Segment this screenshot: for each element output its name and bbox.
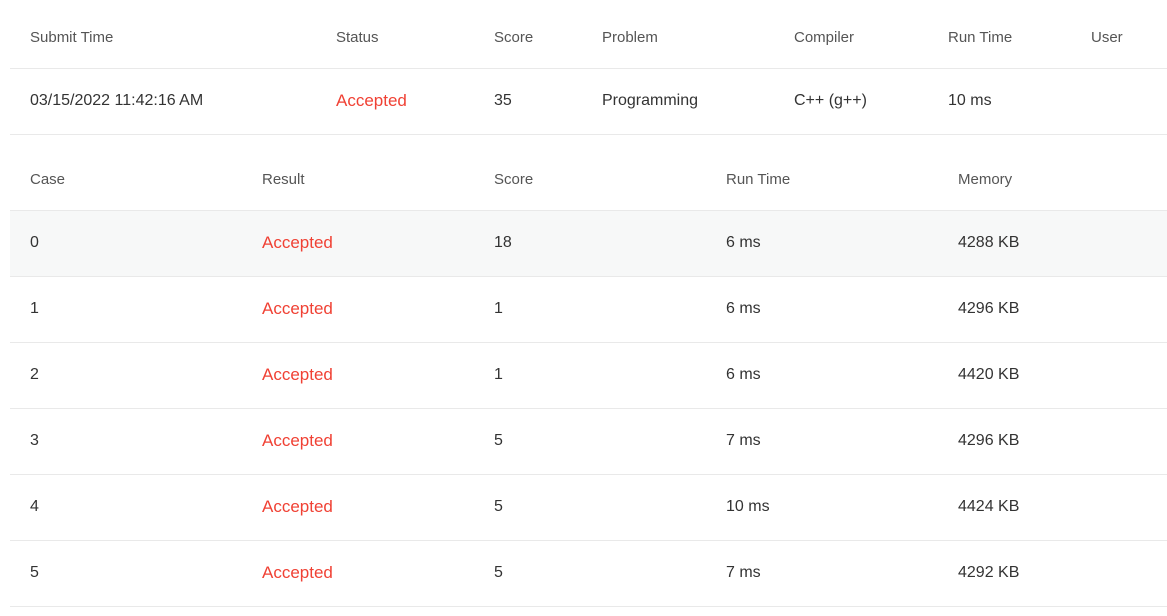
case-memory: 4288 KB: [958, 234, 1020, 251]
cases-header-row: Case Result Score Run Time Memory: [10, 150, 1167, 210]
table-row: 4 Accepted 5 10 ms 4424 KB: [10, 474, 1167, 540]
case-score: 5: [494, 564, 503, 581]
case-id: 5: [30, 564, 39, 581]
header-submit-time: Submit Time: [30, 29, 114, 47]
case-memory: 4420 KB: [958, 366, 1020, 383]
problem-name[interactable]: Programming: [582, 68, 774, 134]
summary-header-row: Submit Time Status Score Problem Compile…: [10, 8, 1167, 68]
table-row: 3 Accepted 5 7 ms 4296 KB: [10, 408, 1167, 474]
case-result: Accepted: [262, 431, 333, 450]
case-memory: 4424 KB: [958, 498, 1020, 515]
case-score: 18: [494, 234, 512, 251]
compiler-name: C++ (g++): [794, 92, 867, 109]
case-memory: 4296 KB: [958, 300, 1020, 317]
header-run-time: Run Time: [948, 29, 1013, 47]
case-run-time: 7 ms: [726, 432, 761, 449]
header-status: Status: [336, 29, 379, 47]
submission-detail-page: Submit Time Status Score Problem Compile…: [0, 0, 1167, 616]
case-score: 5: [494, 432, 503, 449]
table-row: 1 Accepted 1 6 ms 4296 KB: [10, 276, 1167, 342]
case-result: Accepted: [262, 563, 333, 582]
run-time: 10 ms: [948, 92, 992, 109]
case-result: Accepted: [262, 365, 333, 384]
case-score: 1: [494, 300, 503, 317]
header-case: Case: [30, 171, 66, 189]
submission-summary-table: Submit Time Status Score Problem Compile…: [10, 8, 1167, 135]
case-memory: 4296 KB: [958, 432, 1020, 449]
case-id: 0: [30, 234, 39, 251]
submit-time: 03/15/2022 11:42:16 AM: [30, 92, 204, 109]
table-row: 2 Accepted 1 6 ms 4420 KB: [10, 342, 1167, 408]
case-score: 1: [494, 366, 503, 383]
header-memory: Memory: [958, 171, 1013, 189]
case-score: 5: [494, 498, 503, 515]
case-run-time: 7 ms: [726, 564, 761, 581]
header-score: Score: [494, 29, 534, 47]
case-run-time: 6 ms: [726, 366, 761, 383]
header-result: Result: [262, 171, 305, 189]
case-run-time: 10 ms: [726, 498, 770, 515]
header-case-run-time: Run Time: [726, 171, 791, 189]
case-run-time: 6 ms: [726, 300, 761, 317]
case-id: 3: [30, 432, 39, 449]
header-user: User: [1091, 29, 1123, 47]
table-row: 0 Accepted 18 6 ms 4288 KB: [10, 210, 1167, 276]
case-run-time: 6 ms: [726, 234, 761, 251]
case-id: 2: [30, 366, 39, 383]
user-name[interactable]: [1071, 68, 1167, 134]
total-score: 35: [494, 92, 512, 109]
header-compiler: Compiler: [794, 29, 855, 47]
case-result: Accepted: [262, 233, 333, 252]
table-row: 5 Accepted 5 7 ms 4292 KB: [10, 540, 1167, 606]
status-accepted[interactable]: Accepted: [316, 68, 474, 134]
test-cases-table: Case Result Score Run Time Memory 0 Acce…: [10, 150, 1167, 607]
header-problem: Problem: [602, 29, 658, 47]
case-id: 4: [30, 498, 39, 515]
case-id: 1: [30, 300, 39, 317]
case-result: Accepted: [262, 299, 333, 318]
header-case-score: Score: [494, 171, 534, 189]
summary-row: 03/15/2022 11:42:16 AM Accepted 35 Progr…: [10, 68, 1167, 134]
case-result: Accepted: [262, 497, 333, 516]
case-memory: 4292 KB: [958, 564, 1020, 581]
